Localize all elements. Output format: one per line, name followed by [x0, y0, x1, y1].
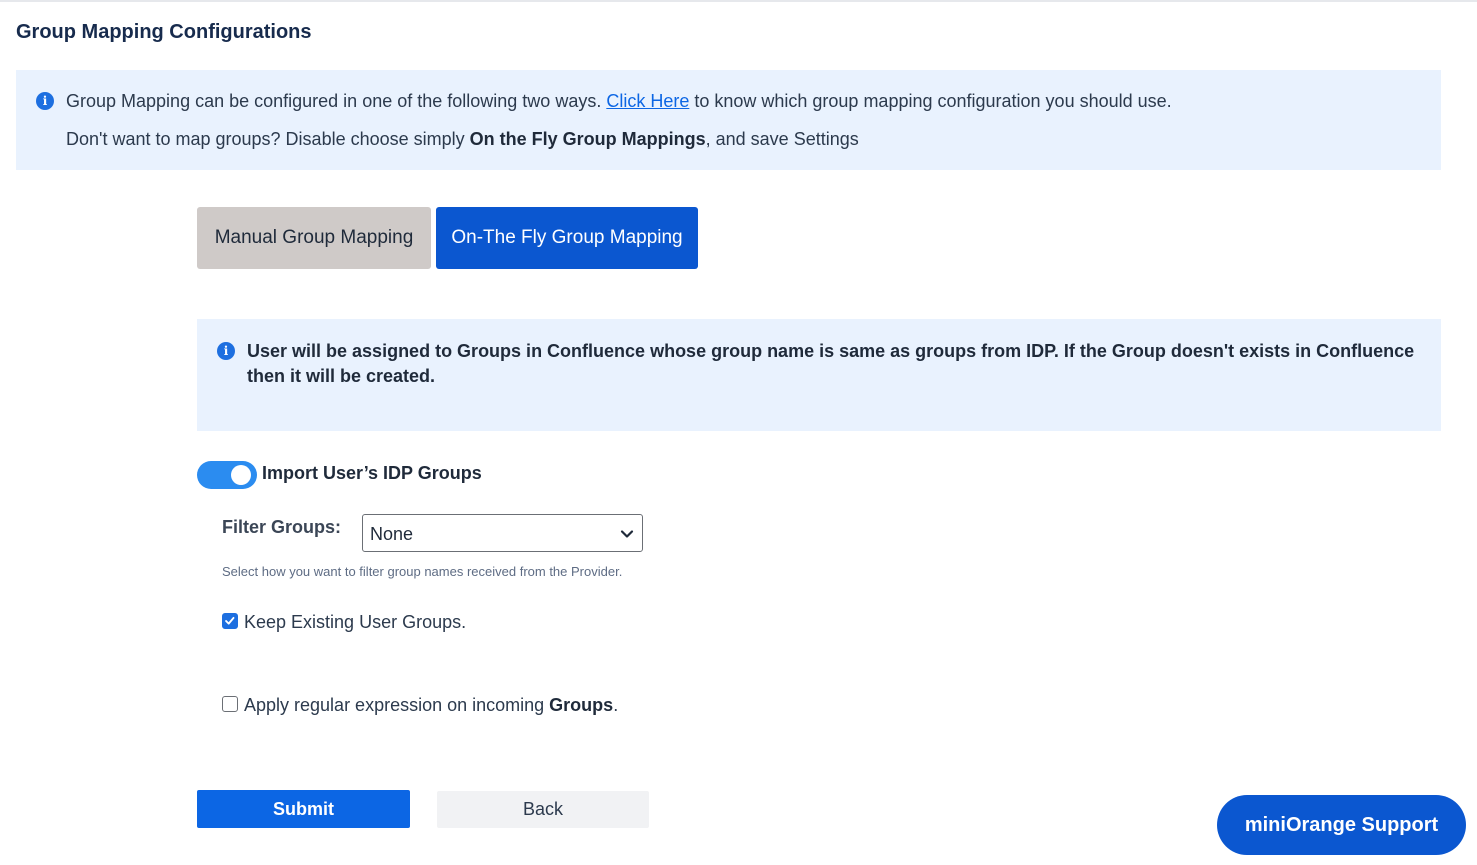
- banner-line-2-prefix: Don't want to map groups? Disable choose…: [66, 129, 470, 149]
- apply-regex-label: Apply regular expression on incoming Gro…: [244, 695, 618, 716]
- banner-line-1: Group Mapping can be configured in one o…: [66, 91, 1172, 112]
- back-button[interactable]: Back: [437, 791, 649, 828]
- keep-existing-groups-label: Keep Existing User Groups.: [244, 612, 467, 632]
- group-mapping-page: Group Mapping Configurations i Group Map…: [0, 0, 1477, 865]
- apply-regex-label-prefix: Apply regular expression on incoming: [244, 695, 550, 715]
- banner-line-2-bold: On the Fly Group Mappings: [469, 129, 706, 149]
- on-the-fly-note: i User will be assigned to Groups in Con…: [197, 319, 1441, 431]
- tab-on-the-fly-group-mapping[interactable]: On-The Fly Group Mapping: [436, 207, 698, 269]
- filter-groups-selected-value: None: [370, 524, 414, 544]
- filter-groups-label: Filter Groups:: [222, 517, 342, 537]
- toggle-knob: [231, 465, 251, 485]
- banner-line-2: Don't want to map groups? Disable choose…: [66, 129, 859, 150]
- note-text: User will be assigned to Groups in Confl…: [247, 341, 1415, 386]
- chevron-down-icon: [620, 530, 634, 538]
- filter-groups-help: Select how you want to filter group name…: [222, 564, 623, 579]
- tab-manual-group-mapping[interactable]: Manual Group Mapping: [197, 207, 431, 269]
- info-icon: i: [36, 92, 54, 110]
- miniorange-support-button[interactable]: miniOrange Support: [1217, 795, 1466, 855]
- filter-groups-select[interactable]: None: [362, 514, 643, 552]
- apply-regex-label-suffix: .: [613, 695, 619, 715]
- keep-existing-groups-checkbox[interactable]: [222, 613, 238, 629]
- info-icon: i: [217, 342, 235, 360]
- banner-line-2-suffix: , and save Settings: [705, 129, 859, 149]
- submit-button[interactable]: Submit: [197, 790, 410, 828]
- import-idp-groups-label: Import User’s IDP Groups: [262, 463, 482, 483]
- info-banner: i Group Mapping can be configured in one…: [16, 70, 1441, 170]
- banner-line-1-suffix: to know which group mapping configuratio…: [689, 91, 1172, 111]
- page-title: Group Mapping Configurations: [16, 21, 312, 43]
- checkmark-icon: [225, 616, 235, 625]
- click-here-link[interactable]: Click Here: [606, 91, 689, 111]
- apply-regex-label-bold: Groups: [549, 695, 614, 715]
- banner-line-1-prefix: Group Mapping can be configured in one o…: [66, 91, 607, 111]
- apply-regex-checkbox[interactable]: [222, 696, 238, 712]
- import-idp-groups-toggle[interactable]: [197, 461, 257, 489]
